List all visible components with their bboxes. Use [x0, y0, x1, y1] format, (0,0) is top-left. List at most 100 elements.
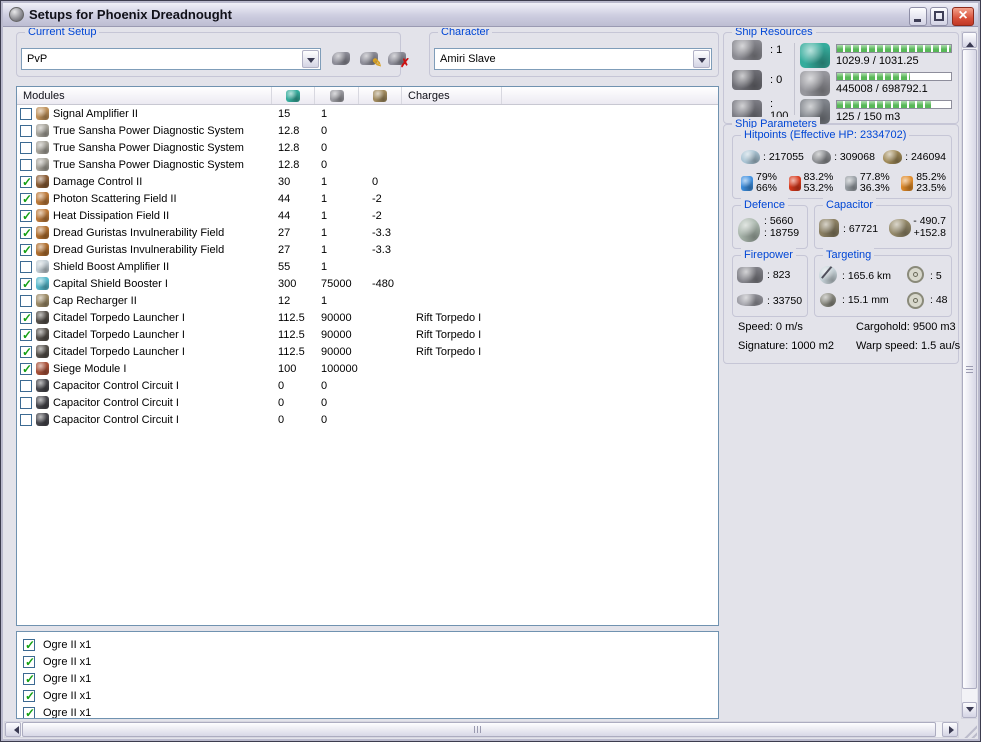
- modules-column-header[interactable]: Modules: [17, 87, 272, 104]
- module-checkbox[interactable]: [20, 277, 32, 290]
- title-bar[interactable]: Setups for Phoenix Dreadnought: [3, 3, 978, 27]
- capacitor-column-header[interactable]: [359, 87, 402, 104]
- setup-combobox-arrow-icon[interactable]: [302, 50, 319, 68]
- list-item[interactable]: Ogre II x1: [17, 636, 718, 653]
- module-powergrid-value: 90000: [321, 345, 352, 358]
- hp-icon: [883, 150, 903, 164]
- drone-checkbox[interactable]: [23, 638, 35, 652]
- list-item[interactable]: Ogre II x1: [17, 704, 718, 718]
- module-icon: [36, 311, 49, 324]
- table-row[interactable]: True Sansha Power Diagnostic System 12.8…: [17, 139, 718, 156]
- module-checkbox[interactable]: [20, 209, 32, 222]
- resist-item: 85.2% 23.5%: [901, 172, 946, 194]
- cpu-column-header[interactable]: [272, 87, 315, 104]
- module-checkbox[interactable]: [20, 328, 32, 341]
- table-row[interactable]: True Sansha Power Diagnostic System 12.8…: [17, 122, 718, 139]
- armor-resist: 36.3%: [859, 182, 890, 194]
- table-row[interactable]: Capital Shield Booster I 300 75000 -480: [17, 275, 718, 292]
- drone-label: Ogre II x1: [43, 672, 92, 685]
- character-combobox-arrow-icon[interactable]: [693, 50, 710, 68]
- module-powergrid-value: 1: [321, 294, 328, 307]
- module-name: Signal Amplifier II: [53, 107, 138, 120]
- drone-checkbox[interactable]: [23, 689, 35, 703]
- drone-checkbox[interactable]: [23, 706, 35, 718]
- table-row[interactable]: Photon Scattering Field II 44 1 -2: [17, 190, 718, 207]
- signature-resolution-icon: [820, 293, 836, 307]
- table-row[interactable]: Citadel Torpedo Launcher I 112.5 90000 R…: [17, 326, 718, 343]
- new-setup-button[interactable]: [331, 50, 351, 67]
- module-cell: Cap Recharger II: [17, 294, 272, 307]
- table-row[interactable]: Dread Guristas Invulnerability Field 27 …: [17, 241, 718, 258]
- module-name: Citadel Torpedo Launcher I: [53, 328, 185, 341]
- powergrid-column-header[interactable]: [315, 87, 359, 104]
- resource-bar-fill: [837, 45, 951, 52]
- table-row[interactable]: Damage Control II 30 1 0: [17, 173, 718, 190]
- edit-setup-button[interactable]: ✎: [359, 50, 382, 70]
- module-checkbox[interactable]: [20, 311, 32, 324]
- table-row[interactable]: Capacitor Control Circuit I 0 0: [17, 377, 718, 394]
- module-cpu-value: 30: [278, 175, 291, 188]
- table-row[interactable]: Heat Dissipation Field II 44 1 -2: [17, 207, 718, 224]
- module-checkbox[interactable]: [20, 243, 32, 256]
- module-checkbox[interactable]: [20, 345, 32, 358]
- minimize-button[interactable]: [909, 7, 927, 26]
- table-row[interactable]: Signal Amplifier II 15 1: [17, 105, 718, 122]
- module-checkbox[interactable]: [20, 158, 32, 171]
- scroll-down-button[interactable]: [962, 702, 977, 718]
- module-checkbox[interactable]: [20, 124, 32, 137]
- scroll-up-button[interactable]: [962, 32, 977, 48]
- vertical-scrollbar-thumb[interactable]: [962, 49, 977, 689]
- list-item[interactable]: Ogre II x1: [17, 653, 718, 670]
- module-icon: [36, 396, 49, 409]
- list-item[interactable]: Ogre II x1: [17, 687, 718, 704]
- ship-resources-group: Ship Resources : 1 : 0 : 100 1029.9 / 10…: [723, 28, 959, 124]
- horizontal-scrollbar[interactable]: [4, 721, 959, 738]
- armor-resist: 23.5%: [916, 182, 946, 194]
- setup-combobox-value: PvP: [27, 53, 48, 65]
- drone-checkbox[interactable]: [23, 672, 35, 686]
- drone-label: Ogre II x1: [43, 655, 92, 668]
- character-combobox[interactable]: Amiri Slave: [434, 48, 712, 70]
- table-row[interactable]: True Sansha Power Diagnostic System 12.8…: [17, 156, 718, 173]
- scroll-right-button[interactable]: [942, 722, 958, 737]
- drone-checkbox[interactable]: [23, 655, 35, 669]
- table-row[interactable]: Cap Recharger II 12 1: [17, 292, 718, 309]
- cap-booster-icon: [889, 219, 911, 237]
- module-powergrid-value: 90000: [321, 311, 352, 324]
- table-row[interactable]: Siege Module I 100 100000: [17, 360, 718, 377]
- list-item[interactable]: Ogre II x1: [17, 670, 718, 687]
- vertical-scrollbar[interactable]: [961, 31, 977, 719]
- close-button[interactable]: [952, 7, 974, 26]
- character-group: Character Amiri Slave: [429, 28, 719, 77]
- module-checkbox[interactable]: [20, 107, 32, 120]
- modules-list-header[interactable]: Modules Charges: [17, 87, 718, 105]
- resize-grip[interactable]: [962, 722, 977, 738]
- module-name: Capital Shield Booster I: [53, 277, 168, 290]
- table-row[interactable]: Capacitor Control Circuit I 0 0: [17, 411, 718, 428]
- module-checkbox[interactable]: [20, 379, 32, 392]
- cargohold-stat: Cargohold: 9500 m3: [856, 321, 956, 333]
- delete-setup-button[interactable]: ✗: [387, 50, 410, 70]
- table-row[interactable]: Citadel Torpedo Launcher I 112.5 90000 R…: [17, 343, 718, 360]
- scroll-left-button[interactable]: [5, 722, 21, 737]
- slot-value: : 0: [770, 74, 783, 86]
- table-row[interactable]: Dread Guristas Invulnerability Field 27 …: [17, 224, 718, 241]
- table-row[interactable]: Capacitor Control Circuit I 0 0: [17, 394, 718, 411]
- module-checkbox[interactable]: [20, 175, 32, 188]
- module-checkbox[interactable]: [20, 226, 32, 239]
- module-checkbox[interactable]: [20, 260, 32, 273]
- module-checkbox[interactable]: [20, 396, 32, 409]
- module-checkbox[interactable]: [20, 141, 32, 154]
- firepower-group: Firepower : 823 : 33750: [732, 248, 808, 317]
- charges-column-header[interactable]: Charges: [402, 87, 502, 104]
- module-checkbox[interactable]: [20, 413, 32, 426]
- hp-value: : 217055: [763, 151, 804, 163]
- maximize-button[interactable]: [930, 7, 948, 26]
- table-row[interactable]: Citadel Torpedo Launcher I 112.5 90000 R…: [17, 309, 718, 326]
- module-checkbox[interactable]: [20, 362, 32, 375]
- module-checkbox[interactable]: [20, 294, 32, 307]
- setup-combobox[interactable]: PvP: [21, 48, 321, 70]
- horizontal-scrollbar-thumb[interactable]: [22, 722, 936, 737]
- module-checkbox[interactable]: [20, 192, 32, 205]
- table-row[interactable]: Shield Boost Amplifier II 55 1: [17, 258, 718, 275]
